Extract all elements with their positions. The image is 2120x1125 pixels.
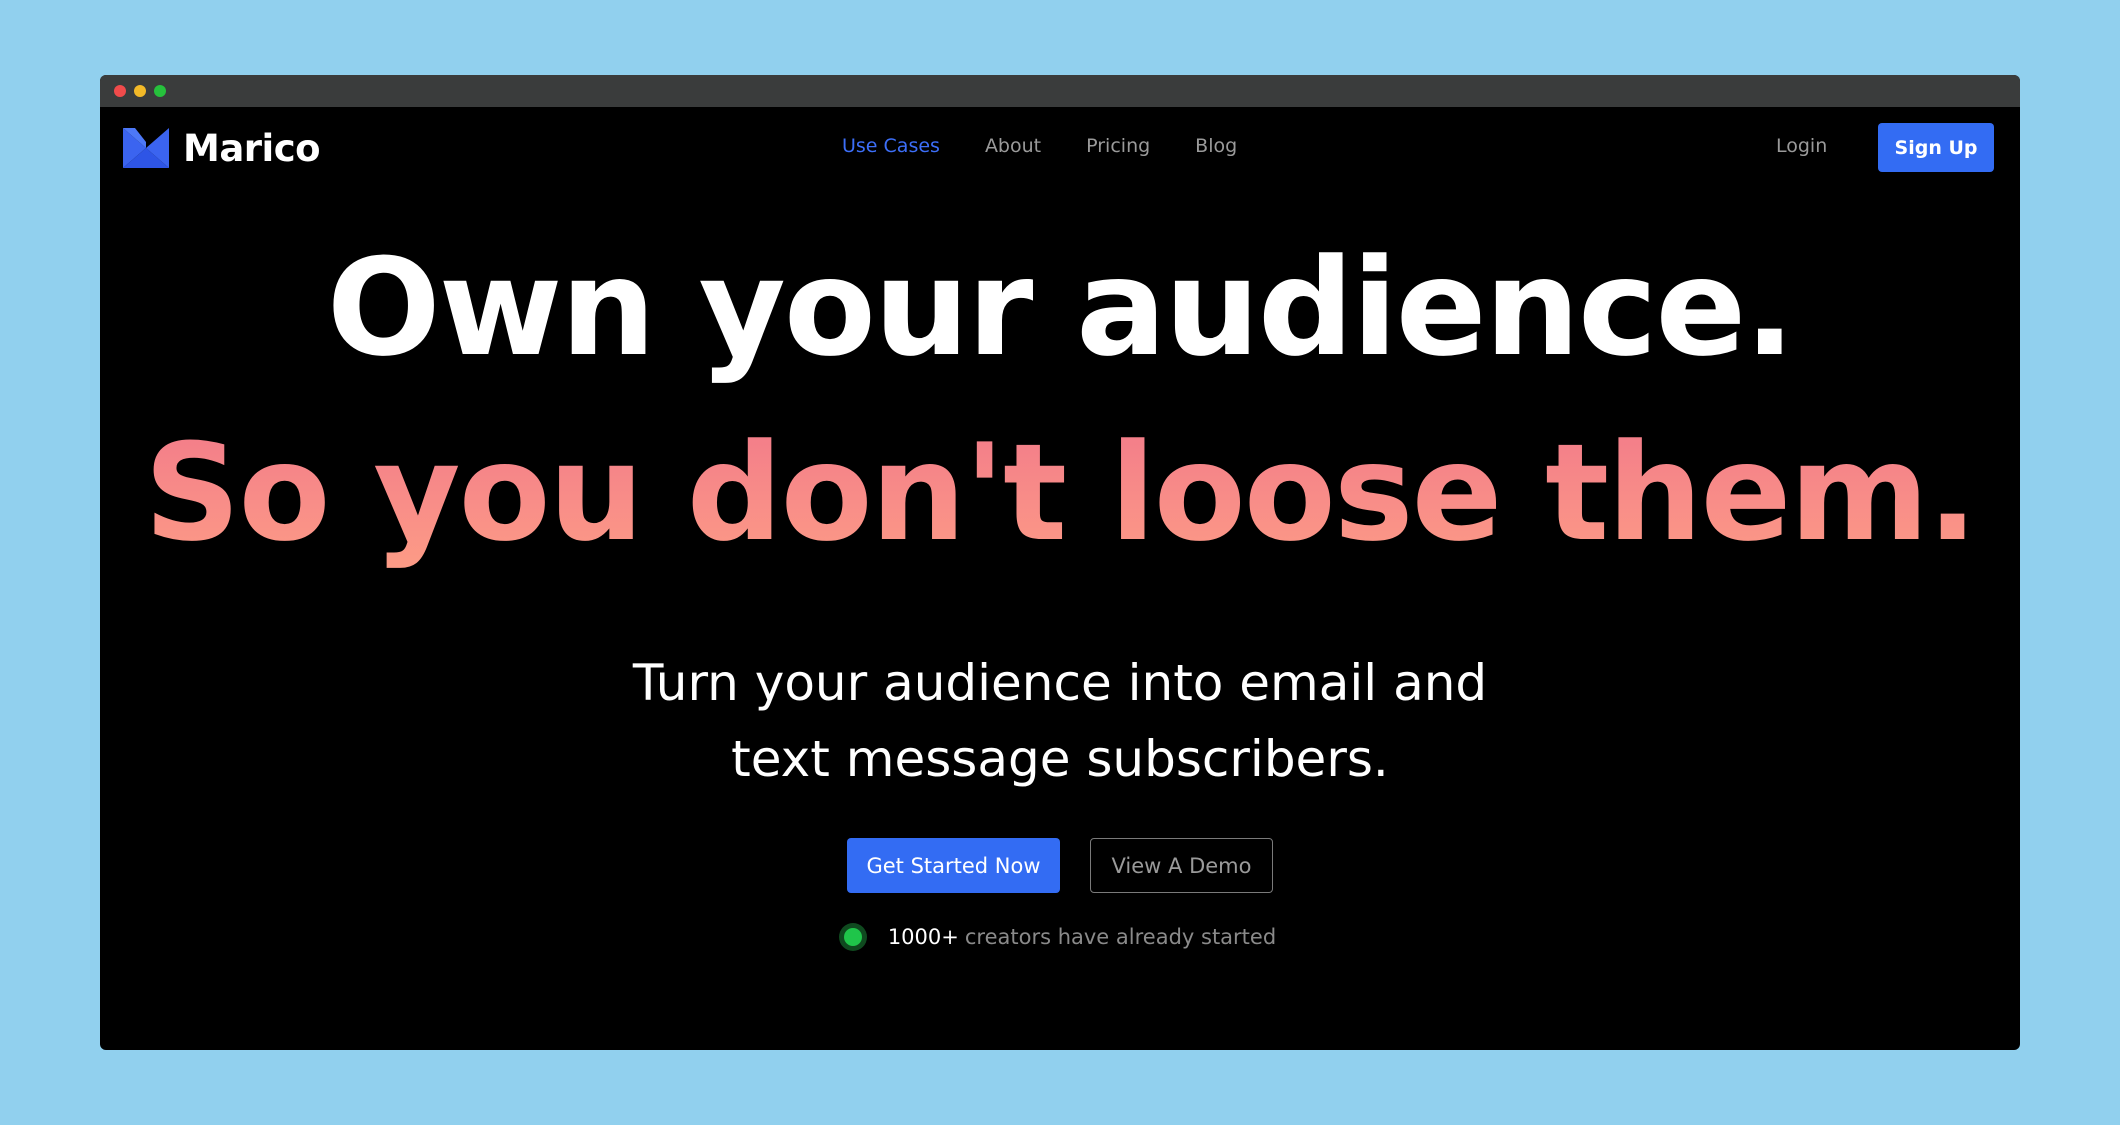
social-proof-text: creators have already started (964, 925, 1277, 949)
nav-links: Use Cases About Pricing Blog (842, 135, 1282, 157)
view-demo-button[interactable]: View A Demo (1090, 838, 1273, 893)
nav-link-pricing[interactable]: Pricing (1086, 135, 1150, 157)
brand-name: Marico (183, 127, 321, 170)
nav-link-about[interactable]: About (985, 135, 1041, 157)
creator-count: 1000+ (887, 925, 959, 949)
nav-link-blog[interactable]: Blog (1195, 135, 1237, 157)
online-status-icon (843, 928, 862, 946)
hero-subtitle-line-1: Turn your audience into email and (632, 654, 1488, 712)
hero-headline-gradient-text: So you don't loose them. (144, 415, 1978, 571)
login-link[interactable]: Login (1776, 135, 1827, 157)
hero-cta-row: Get Started Now View A Demo (100, 838, 2020, 893)
window-titlebar (100, 75, 2020, 107)
brand-logo[interactable]: Marico (123, 127, 321, 170)
close-window-icon[interactable] (114, 85, 126, 97)
sign-up-button[interactable]: Sign Up (1878, 123, 1994, 172)
hero-subtitle-line-2: text message subscribers. (731, 730, 1389, 788)
hero-headline-primary: Own your audience. (326, 230, 1795, 386)
social-proof: 1000+ creators have already started (100, 925, 2020, 949)
browser-window: Marico Use Cases About Pricing Blog Logi… (100, 75, 2020, 1050)
top-navigation: Marico Use Cases About Pricing Blog Logi… (100, 107, 2020, 191)
nav-link-use-cases[interactable]: Use Cases (842, 135, 940, 157)
m-logo-icon (123, 127, 169, 168)
minimize-window-icon[interactable] (134, 85, 146, 97)
maximize-window-icon[interactable] (154, 85, 166, 97)
hero-subtitle: Turn your audience into email and text m… (100, 645, 2020, 797)
hero-headline-secondary: So you don't loose them. (100, 403, 2020, 583)
get-started-button[interactable]: Get Started Now (847, 838, 1060, 893)
